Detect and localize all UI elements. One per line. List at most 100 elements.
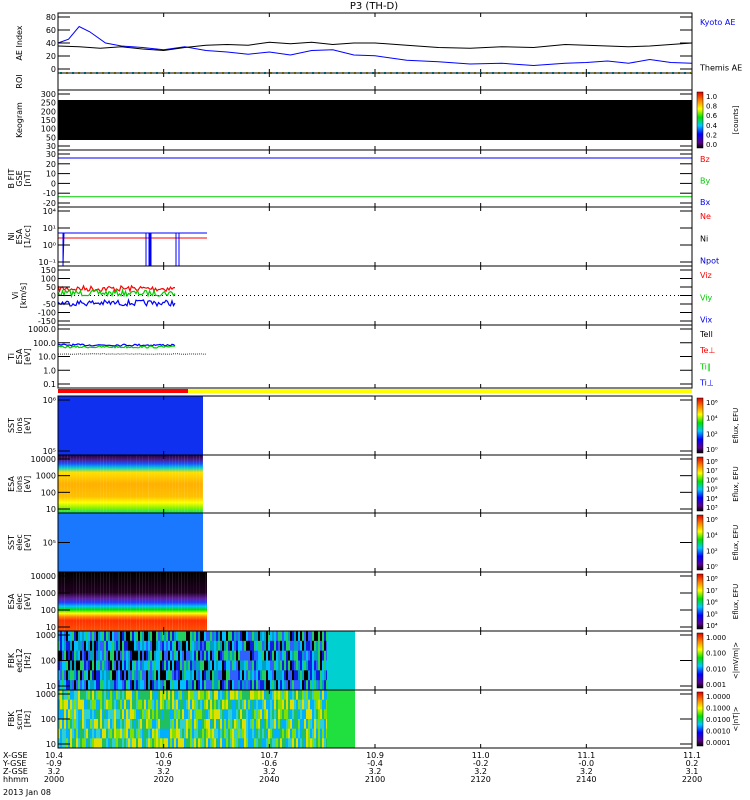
fbk-cell [200,738,202,749]
fbk-cell [116,709,118,720]
fbk-cell [90,660,92,671]
fbk-cell [182,738,184,749]
fbk-cell [106,709,108,720]
fbk-cell [206,631,208,642]
fbk-cell [118,728,120,739]
fbk-cell [158,640,160,652]
fbk-cell [246,640,248,652]
fbk-cell [142,680,144,691]
fbk-cell [156,680,158,691]
fbk-cell [88,719,90,730]
fbk-cell [264,670,266,681]
fbk-cell [194,640,196,652]
fbk-cell [66,719,68,730]
fbk-cell [64,640,66,652]
fbk-cell [100,738,102,749]
fbk-cell [308,690,310,701]
fbk-cell [200,631,202,642]
fbk-cell [194,680,196,691]
fbk-cell [126,650,128,661]
fbk-cell [130,728,132,739]
fbk-cell [146,719,148,730]
fbk-cell [86,680,88,691]
series-vix [57,298,176,308]
fbk-cell [258,709,260,720]
colorbar-tick-label: 10⁴ [706,415,718,423]
fbk-cell [314,719,316,730]
fbk-cell [144,709,146,720]
fbk-cell [70,650,72,661]
fbk-cell [132,690,134,701]
fbk-cell [224,660,226,671]
fbk-cell [124,738,126,749]
legend-viz: Viz [700,271,712,280]
fbk-cell [60,670,62,681]
fbk-cell [306,728,308,739]
fbk-cell [62,670,64,681]
fbk-cell [298,680,300,691]
fbk-cell [298,650,300,661]
fbk-cell [176,719,178,730]
colorbar-tick-label: 10⁷ [706,587,718,595]
fbk-cell [294,709,296,720]
fbk-cell [186,738,188,749]
fbk-cell [308,738,310,749]
fbk-cell [76,699,78,710]
fbk-cell [186,719,188,730]
fbk-cell [182,680,184,691]
fbk-cell [306,660,308,671]
fbk-cell [176,680,178,691]
fbk-cell [286,640,288,652]
fbk-cell [304,631,306,642]
fbk-cell [110,690,112,701]
fbk-cell [248,709,250,720]
fbk-cell [200,699,202,710]
fbk-cell [190,699,192,710]
esa-stripe [142,572,143,631]
colorbar [696,691,704,747]
fbk-cell [172,709,174,720]
fbk-cell [86,728,88,739]
fbk-cell [288,690,290,701]
fbk-cell [204,631,206,642]
fbk-cell [128,699,130,710]
panel-esa_i: 10000100010010ESA ions [eV]10⁸10⁷10⁶10⁵10⁴… [7,454,740,514]
fbk-cell [266,650,268,661]
fbk-cell [212,631,214,642]
fbk-cell [272,680,274,691]
y-tick-label: 10⁵ [43,539,56,548]
fbk-cell [74,709,76,720]
colorbar-unit: <|nT|> [732,706,740,731]
fbk-cell [256,640,258,652]
fbk-cell [68,738,70,749]
fbk-cell [236,650,238,661]
fbk-cell [246,728,248,739]
fbk-cell [300,650,302,661]
fbk-cell [120,699,122,710]
fbk-cell [132,660,134,671]
fbk-cell [304,699,306,710]
fbk-cell [68,650,70,661]
fbk-cell [232,690,234,701]
fbk-cell [142,709,144,720]
fbk-cell [224,680,226,691]
y-tick-label: 10 [46,170,56,179]
fbk-cell [286,699,288,710]
fbk-cell [204,709,206,720]
fbk-cell [160,719,162,730]
esa-stripe [124,455,125,513]
fbk-cell [176,738,178,749]
fbk-cell [320,660,322,671]
fbk-cell [136,640,138,652]
fbk-cell [312,690,314,701]
fbk-cell [194,738,196,749]
fbk-cell [206,670,208,681]
fbk-cell [110,660,112,671]
fbk-cell [130,650,132,661]
fbk-cell [74,719,76,730]
fbk-cell [80,699,82,710]
fbk-cell [200,728,202,739]
fbk-cell [276,660,278,671]
fbk-cell [260,728,262,739]
fbk-cell [198,719,200,730]
